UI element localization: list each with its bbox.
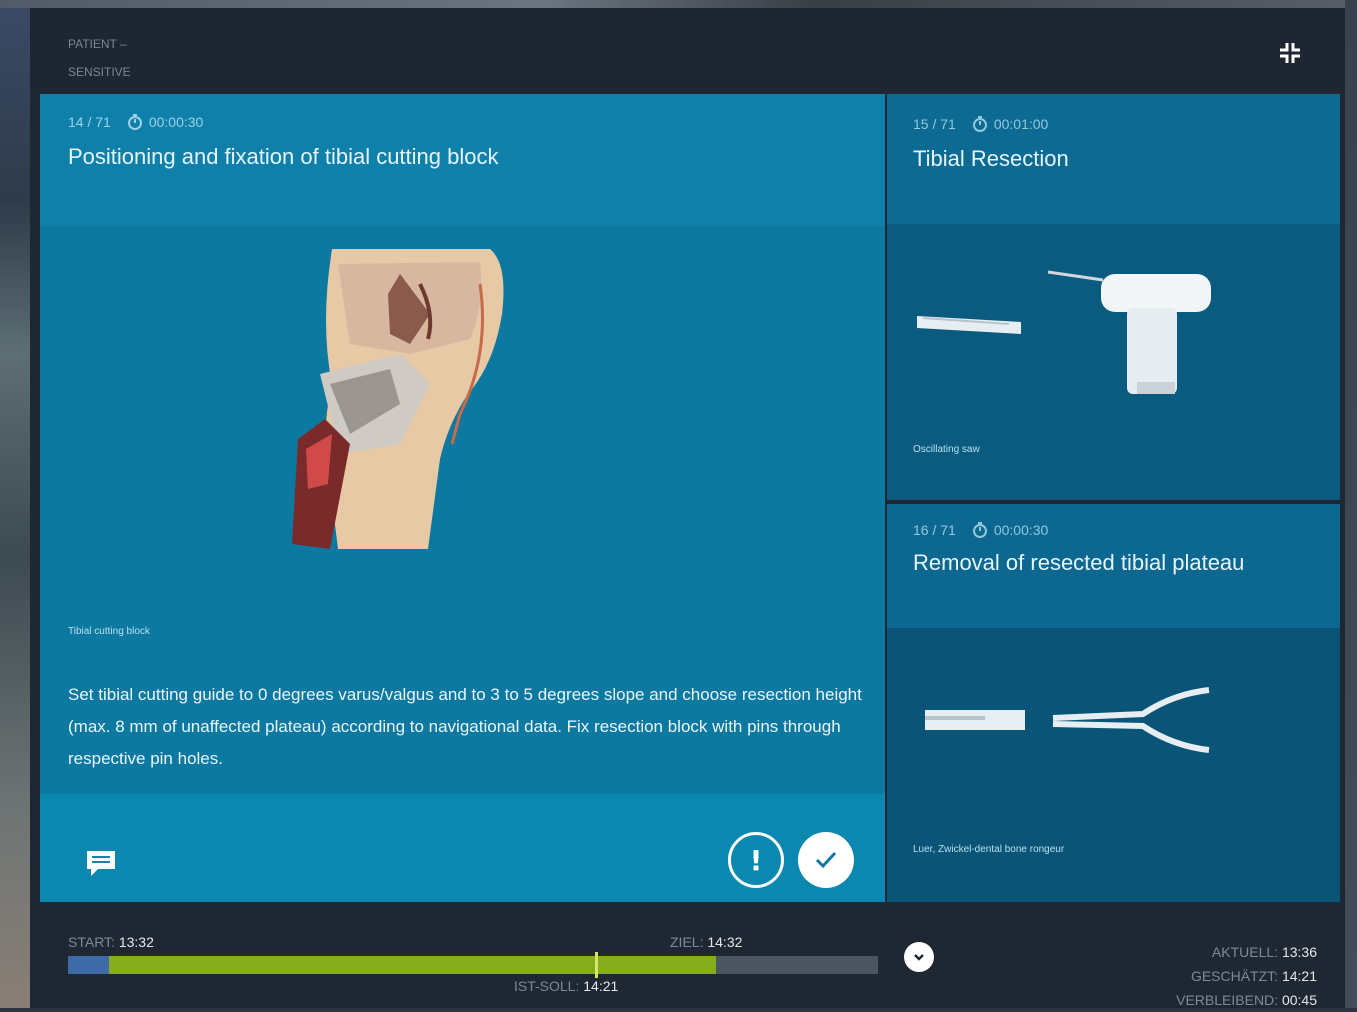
app-window: PATIENT – SENSITIVE 14 / 71 00:00:30 Pos…	[30, 8, 1345, 1008]
warning-button[interactable]: !	[728, 832, 784, 888]
next-step-2-meta: 16 / 71 00:00:30	[913, 522, 1048, 538]
remaining-time-value: 00:45	[1281, 992, 1317, 1008]
actual-time-label: IST-SOLL: 14:21	[514, 978, 618, 994]
checkmark-icon	[815, 851, 837, 869]
next-step-1-counter: 15 / 71	[913, 116, 956, 132]
actual-time: 14:21	[583, 978, 619, 994]
estimated-time-value: 14:21	[1281, 968, 1317, 984]
next-step-card-1[interactable]: 15 / 71 00:01:00 Tibial Resection Oscill…	[887, 94, 1340, 500]
bone-rongeur-image	[925, 687, 1210, 753]
complete-step-button[interactable]	[798, 832, 854, 888]
time-stats: AKTUELL: 13:36 GESCHÄTZT: 14:21 VERBLEIB…	[1176, 940, 1317, 1012]
expand-button[interactable]	[1277, 40, 1303, 66]
estimated-time-label: GESCHÄTZT:	[1190, 968, 1279, 984]
next-step-2-caption: Luer, Zwickel-dental bone rongeur	[913, 844, 1065, 855]
next-step-2-counter: 16 / 71	[913, 522, 956, 538]
start-time: 13:32	[118, 934, 154, 950]
oscillating-saw-image	[917, 270, 1211, 394]
current-time-value: 13:36	[1281, 944, 1317, 960]
next-step-1-title: Tibial Resection	[913, 146, 1069, 171]
stopwatch-icon	[972, 116, 987, 132]
stopwatch-icon	[972, 522, 987, 538]
start-time-label: START: 13:32	[68, 934, 154, 950]
next-step-1-duration: 00:01:00	[993, 116, 1049, 132]
image-caption: Tibial cutting block	[68, 626, 150, 637]
current-time-row: AKTUELL: 13:36	[1176, 940, 1317, 964]
remaining-time-row: VERBLEIBEND: 00:45	[1176, 988, 1317, 1012]
patient-info: PATIENT – SENSITIVE	[68, 30, 131, 86]
patient-label: PATIENT –	[68, 37, 127, 51]
step-timer: 00:00:30	[127, 114, 204, 130]
timeline-toggle-button[interactable]	[904, 942, 934, 972]
current-step-footer: !	[40, 794, 885, 902]
next-step-2-timer: 00:00:30	[972, 522, 1049, 538]
next-step-2-title: Removal of resected tibial plateau	[913, 550, 1245, 575]
current-step-card: 14 / 71 00:00:30 Positioning and fixatio…	[40, 94, 885, 902]
next-step-2-duration: 00:00:30	[993, 522, 1049, 538]
timeline-track[interactable]	[68, 952, 878, 978]
background-left	[0, 0, 30, 1008]
start-label: START:	[68, 934, 115, 950]
next-step-1-header: 15 / 71 00:01:00 Tibial Resection	[887, 94, 1340, 224]
next-step-1-caption: Oscillating saw	[913, 444, 980, 455]
next-step-1-timer: 00:01:00	[972, 116, 1049, 132]
next-step-1-meta: 15 / 71 00:01:00	[913, 116, 1048, 132]
remaining-time-label: VERBLEIBEND:	[1176, 992, 1279, 1008]
header: PATIENT – SENSITIVE	[30, 8, 1345, 92]
step-duration: 00:00:30	[148, 114, 204, 130]
next-step-card-2[interactable]: 16 / 71 00:00:30 Removal of resected tib…	[887, 504, 1340, 902]
target-time: 14:32	[707, 934, 743, 950]
actual-label: IST-SOLL:	[514, 978, 580, 994]
step-instructions: Set tibial cutting guide to 0 degrees va…	[68, 685, 862, 768]
expand-icon	[1280, 43, 1300, 63]
background-top	[0, 0, 1357, 8]
comment-button[interactable]	[84, 848, 118, 878]
step-counter: 14 / 71	[68, 114, 111, 130]
step-title: Positioning and fixation of tibial cutti…	[68, 144, 499, 169]
target-label: ZIEL:	[670, 934, 704, 950]
exclamation-icon: !	[749, 843, 763, 877]
next-step-2-header: 16 / 71 00:00:30 Removal of resected tib…	[887, 504, 1340, 628]
current-step-header: 14 / 71 00:00:30 Positioning and fixatio…	[40, 94, 885, 226]
background-right	[1345, 0, 1357, 1008]
current-step-meta: 14 / 71 00:00:30	[68, 114, 203, 130]
current-time-label: AKTUELL:	[1211, 944, 1279, 960]
estimated-time-row: GESCHÄTZT: 14:21	[1176, 964, 1317, 988]
timeline-progress	[68, 956, 716, 974]
target-time-label: ZIEL: 14:32	[670, 934, 742, 950]
chevron-down-icon	[914, 954, 924, 961]
comment-icon	[87, 851, 115, 876]
timeline-start-block	[68, 956, 109, 974]
patient-sub: SENSITIVE	[68, 65, 131, 79]
stopwatch-icon	[127, 114, 142, 130]
tibia-cutting-block-image	[292, 249, 504, 549]
timeline-bar: START: 13:32 ZIEL: 14:32 IST-SOLL: 14:21…	[30, 908, 1345, 1008]
timeline-marker	[594, 952, 598, 978]
